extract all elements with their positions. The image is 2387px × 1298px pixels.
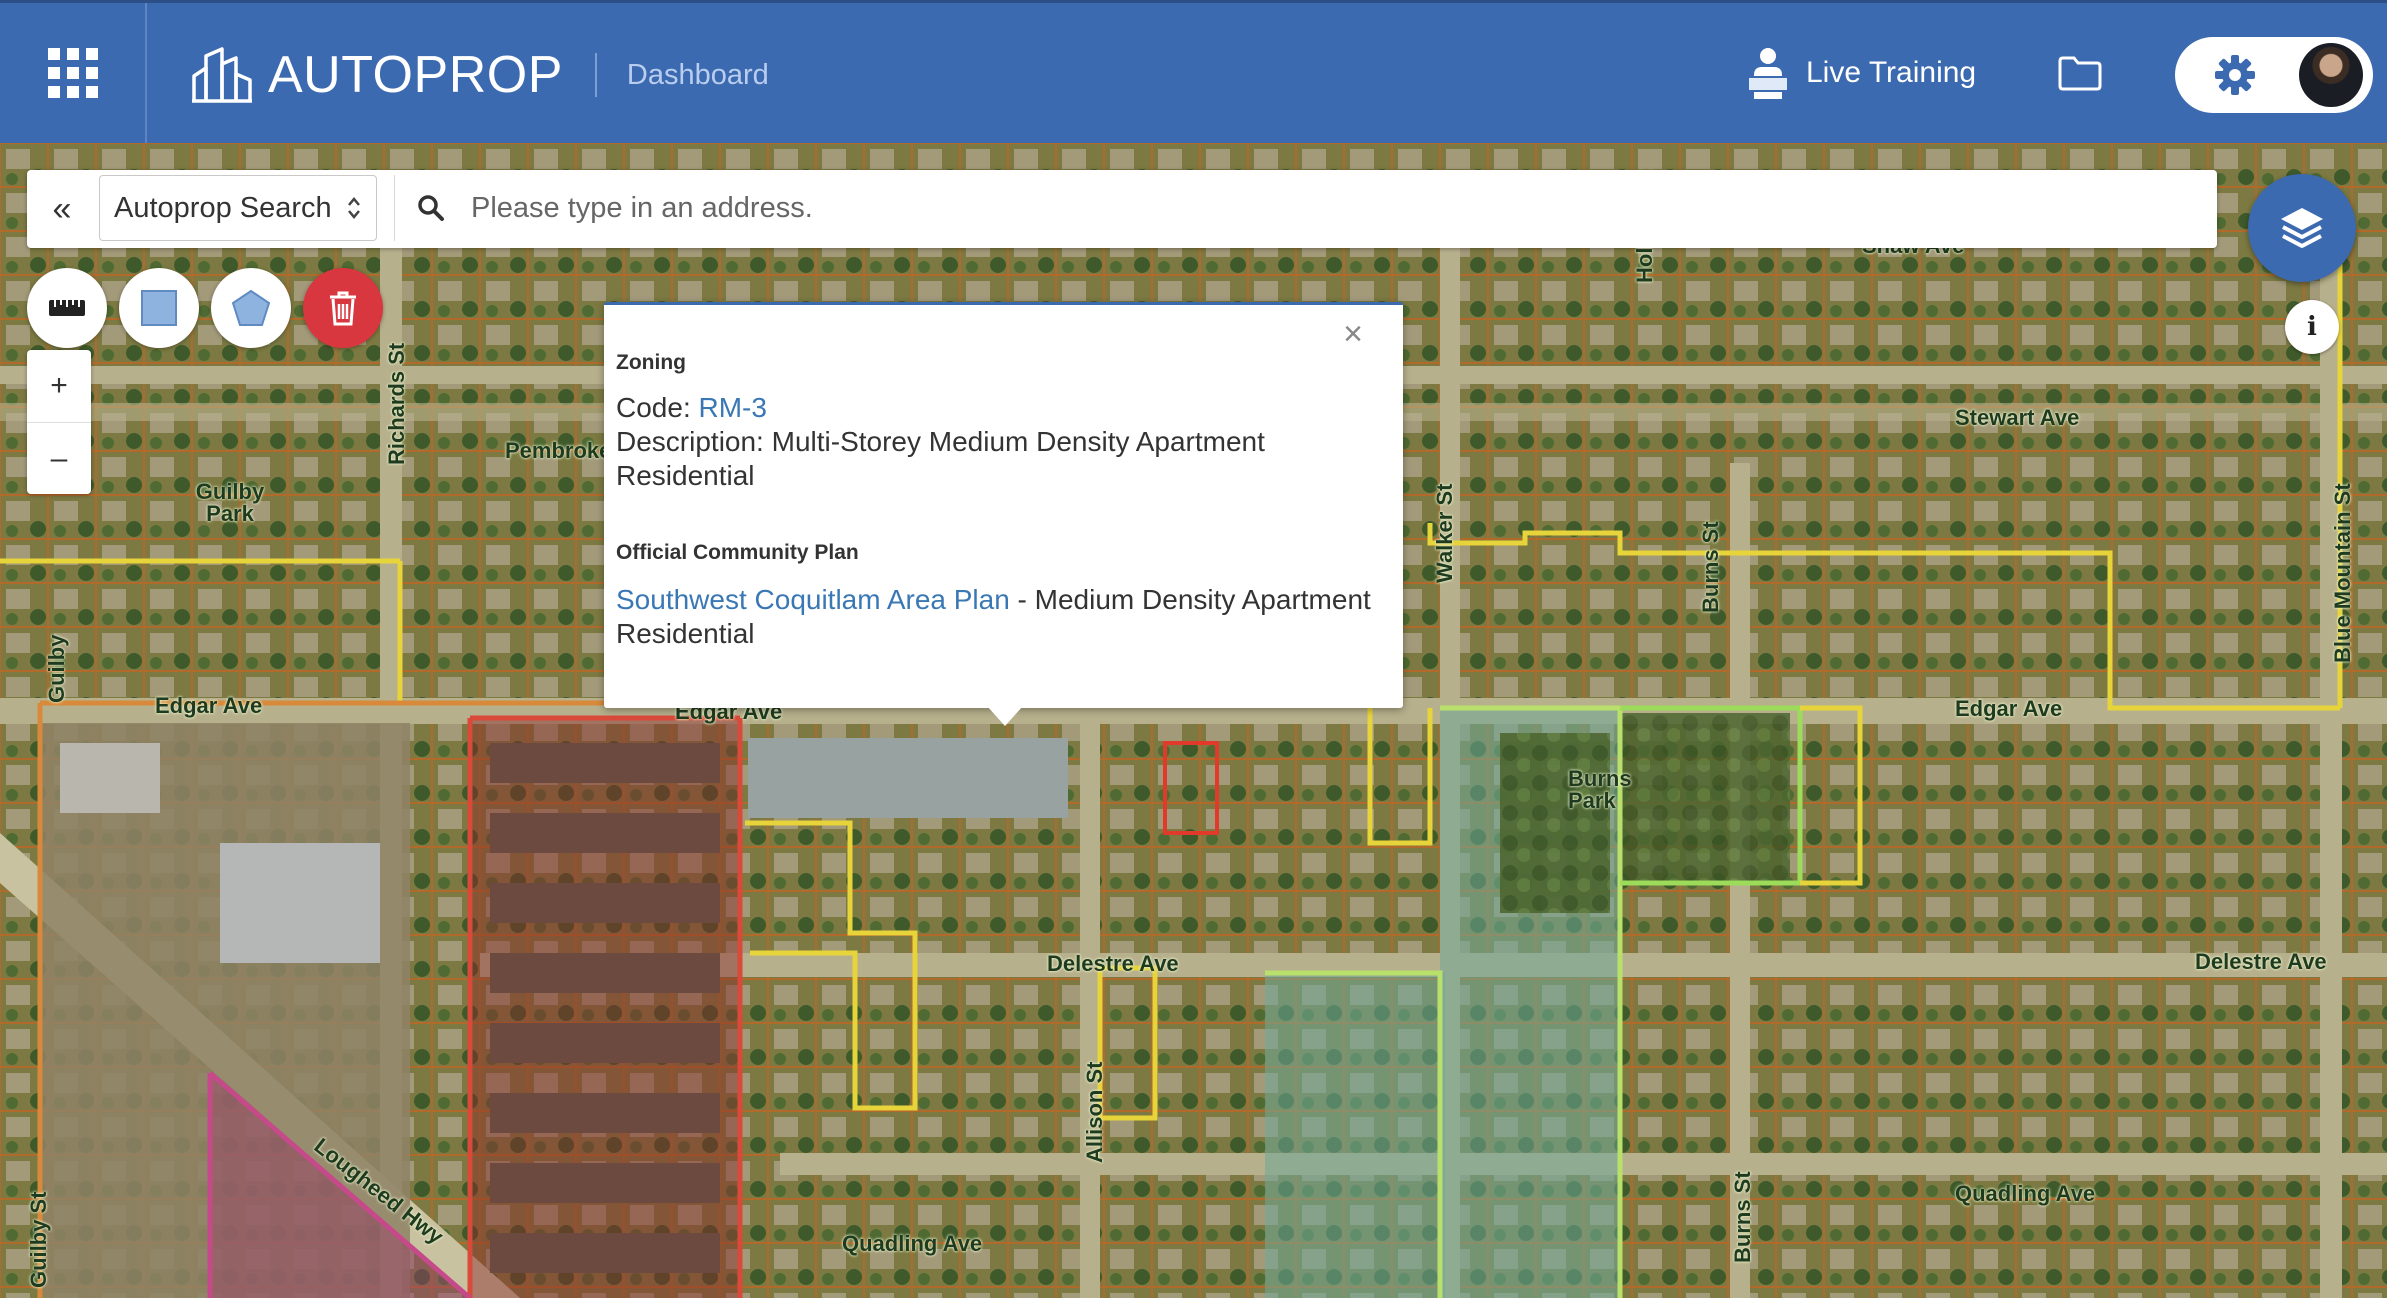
map-layers-button[interactable] (2248, 174, 2356, 282)
zoning-code-link[interactable]: RM-3 (699, 392, 767, 423)
user-menu (2175, 37, 2373, 113)
zoom-out-button[interactable]: – (27, 422, 91, 495)
draw-polygon-button[interactable] (211, 268, 291, 348)
buildings-logo-icon (192, 47, 252, 103)
parcel-info-popup: × Zoning Code: RM-3 Description: Multi-S… (604, 302, 1403, 708)
zoom-in-button[interactable]: + (27, 350, 91, 422)
popup-pointer (987, 706, 1023, 726)
address-search-field (394, 175, 2213, 241)
ocp-heading: Official Community Plan (616, 541, 859, 564)
ocp-row: Southwest Coquitlam Area Plan - Medium D… (616, 583, 1396, 651)
ocp-plan-link[interactable]: Southwest Coquitlam Area Plan (616, 584, 1010, 615)
page-title[interactable]: Dashboard (627, 59, 769, 92)
presenter-icon (1748, 48, 1788, 99)
app-launcher-button[interactable] (0, 3, 147, 143)
delete-shapes-button[interactable] (303, 268, 383, 348)
zoning-heading: Zoning (616, 351, 686, 374)
gear-icon[interactable] (2213, 53, 2257, 97)
street-label: Delestre Ave (2195, 949, 2327, 974)
avatar[interactable] (2299, 43, 2363, 107)
folder-icon[interactable] (2058, 55, 2102, 91)
close-icon[interactable]: × (1343, 315, 1363, 354)
search-mode-value: Autoprop Search (114, 191, 332, 224)
street-label: Quadling Ave (1955, 1181, 2096, 1206)
grid-icon (47, 48, 98, 98)
zoning-description-label: Description: (616, 426, 772, 457)
street-label: Walker St (1432, 483, 1457, 583)
polygon-icon (231, 289, 271, 326)
street-label: Richards St (384, 342, 409, 465)
address-search-input[interactable] (469, 190, 2073, 226)
live-training-label: Live Training (1806, 56, 1977, 89)
street-label: Edgar Ave (1955, 696, 2063, 721)
street-label: Burns St (1730, 1171, 1755, 1263)
street-label: Guilby St (26, 1191, 51, 1288)
street-label: Allison St (1082, 1061, 1107, 1163)
street-label: Quadling Ave (842, 1231, 983, 1256)
search-mode-select[interactable]: Autoprop Search (99, 175, 377, 241)
layers-icon (2281, 208, 2323, 248)
street-label: Pembroke (505, 438, 612, 463)
live-training-button[interactable]: Live Training (1748, 47, 1976, 99)
street-label: Guilby (44, 634, 69, 703)
square-icon (141, 290, 177, 326)
brand[interactable]: AUTOPROP Dashboard (190, 43, 769, 107)
draw-rectangle-button[interactable] (119, 268, 199, 348)
brand-divider (594, 53, 597, 97)
ruler-icon (49, 300, 85, 316)
collapse-panel-button[interactable]: « (27, 170, 97, 248)
zoning-code-label: Code: (616, 392, 699, 423)
search-icon (418, 195, 444, 221)
park-label: Guilby Park (195, 479, 265, 526)
street-label: Burns St (1698, 521, 1723, 613)
street-label: Blue Mountain St (2330, 483, 2355, 663)
info-button[interactable]: i (2285, 300, 2339, 354)
street-label: Stewart Ave (1955, 405, 2080, 430)
zoning-code-row: Code: RM-3 (616, 391, 1386, 425)
street-label: Edgar Ave (155, 693, 263, 718)
top-nav-bar: AUTOPROP Dashboard Live Training (0, 0, 2387, 143)
up-down-caret-icon (348, 197, 360, 219)
trash-icon (330, 291, 356, 326)
measure-tool-button[interactable] (27, 268, 107, 348)
search-bar: « Autoprop Search (27, 170, 2217, 248)
brand-name: AUTOPROP (268, 46, 563, 104)
zoom-controls: + – (27, 350, 91, 494)
zoning-description-row: Description: Multi-Storey Medium Density… (616, 425, 1386, 493)
street-label: Delestre Ave (1047, 951, 1179, 976)
park-label: Burns Park (1568, 766, 1632, 813)
